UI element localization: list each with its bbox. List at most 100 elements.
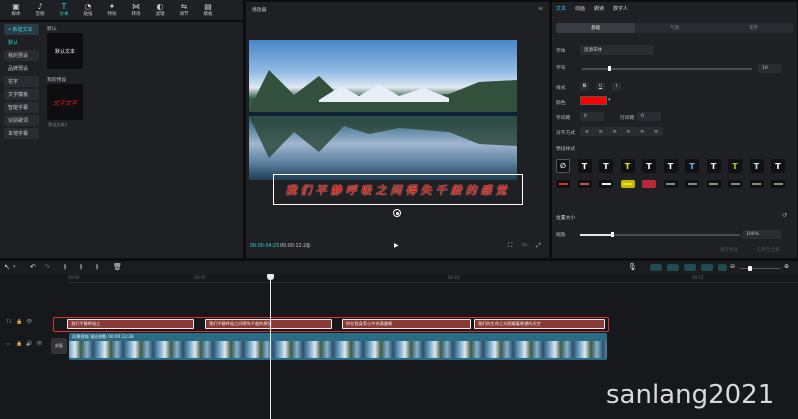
save-preset-button[interactable]: 保存预设 xyxy=(720,247,738,253)
align-vertical2-icon[interactable]: ≡ xyxy=(654,129,658,135)
split-right-icon[interactable]: ⫲ xyxy=(96,263,98,272)
italic-button[interactable]: I xyxy=(612,82,621,91)
bold-button[interactable]: B xyxy=(580,82,589,91)
play-icon[interactable]: ▶ xyxy=(394,242,399,249)
undo-icon[interactable]: ↶ xyxy=(30,263,36,271)
text-style-preset[interactable]: T xyxy=(620,159,635,173)
size-input[interactable]: 10 xyxy=(758,64,782,73)
eye-icon[interactable]: 👁 xyxy=(26,319,32,325)
toolbar-item-3[interactable]: ◔ 贴纸 xyxy=(76,0,100,20)
eye-icon[interactable]: 👁 xyxy=(36,341,42,347)
text-subtab[interactable]: 基础 xyxy=(556,23,635,33)
toolbar-item-4[interactable]: ✦ 特效 xyxy=(100,0,124,20)
nav-item[interactable]: 我的预设 xyxy=(4,50,39,61)
font-select[interactable]: 思源宋体 xyxy=(580,45,654,55)
char-spacing-input[interactable]: 0 xyxy=(580,112,604,121)
chevron-down-icon[interactable]: ▾ xyxy=(13,264,16,270)
align-vertical-icon[interactable]: ≡ xyxy=(640,129,644,135)
nav-item[interactable]: 品牌预设 xyxy=(4,63,39,74)
main-track-magnet-icon[interactable] xyxy=(650,264,662,271)
split-left-icon[interactable]: ⫲ xyxy=(80,263,82,272)
toolbar-item-0[interactable]: ▣ 媒体 xyxy=(4,0,28,20)
chevron-down-icon[interactable]: ▾ xyxy=(608,97,611,103)
video-clip[interactable]: 风景视频 湖泊倒影 00:00:12:28 xyxy=(69,333,607,360)
lock-icon[interactable]: 🔒 xyxy=(16,341,22,347)
underline-button[interactable]: U xyxy=(596,82,605,91)
property-tab[interactable]: 朗读 xyxy=(594,5,604,12)
text-style-preset[interactable]: T xyxy=(642,159,656,173)
text-style-preset[interactable] xyxy=(620,180,635,188)
nav-item[interactable]: 智能字幕 xyxy=(4,102,39,113)
auto-snap-icon[interactable] xyxy=(667,264,679,271)
aspect-ratio-icon[interactable]: ▭ xyxy=(522,242,527,248)
nav-item[interactable]: • 新建文本 xyxy=(4,24,39,35)
playhead-handle[interactable] xyxy=(267,274,274,280)
text-style-preset[interactable] xyxy=(556,180,570,188)
text-clip[interactable]: 我们的生命之光照耀着希望的天空 xyxy=(474,319,605,329)
property-tab[interactable]: 数字人 xyxy=(613,5,628,12)
zoom-in-icon[interactable]: ⊕ xyxy=(784,263,789,270)
apply-all-button[interactable]: 应用至全部 xyxy=(757,247,780,253)
nav-item[interactable]: 花字 xyxy=(4,76,39,87)
text-style-preset[interactable] xyxy=(642,180,656,188)
scale-input[interactable]: 100% xyxy=(742,230,782,239)
linkage-icon[interactable] xyxy=(684,264,696,271)
text-style-preset[interactable] xyxy=(577,180,592,188)
text-style-preset[interactable] xyxy=(599,180,613,188)
text-style-preset[interactable]: T xyxy=(771,159,785,173)
toolbar-item-7[interactable]: ⇋ 调节 xyxy=(172,0,196,20)
toolbar-item-1[interactable]: ♪ 音频 xyxy=(28,0,52,20)
default-text-card[interactable]: 默认文本 xyxy=(47,33,83,69)
toolbar-item-6[interactable]: ◐ 滤镜 xyxy=(148,0,172,20)
text-style-preset[interactable] xyxy=(706,180,721,188)
nav-item[interactable]: 本地字幕 xyxy=(4,128,39,139)
menu-icon[interactable]: ≡ xyxy=(538,5,543,12)
video-preview[interactable] xyxy=(249,40,517,180)
nav-item[interactable]: 文字模板 xyxy=(4,89,39,100)
text-style-preset[interactable] xyxy=(663,180,678,188)
text-style-preset[interactable] xyxy=(771,180,785,188)
toolbar-item-8[interactable]: ▤ 模板 xyxy=(196,0,220,20)
delete-icon[interactable]: 🗑 xyxy=(113,263,122,271)
text-style-preset[interactable]: T xyxy=(749,159,764,173)
property-tab[interactable]: 动画 xyxy=(575,5,585,12)
select-cursor-icon[interactable]: ↖ xyxy=(4,263,10,271)
text-style-preset[interactable]: T xyxy=(663,159,678,173)
preview-axis-icon[interactable] xyxy=(701,264,713,271)
text-clip[interactable]: 你在我身旁心中充满激情 xyxy=(342,319,471,329)
line-spacing-input[interactable]: 0 xyxy=(637,112,661,121)
fullscreen-icon[interactable]: ⤢ xyxy=(536,242,541,250)
size-slider[interactable] xyxy=(582,66,752,71)
text-style-preset[interactable]: T xyxy=(599,159,613,173)
align-justify-icon[interactable]: ≡ xyxy=(626,129,630,135)
cover-button[interactable]: 封面 xyxy=(51,338,67,354)
caption-box[interactable]: 我们平静呼吸之间得失千般的感觉 xyxy=(273,174,523,205)
screenshot-icon[interactable]: ⛶ xyxy=(508,242,512,250)
timecode-icon[interactable]: ▦ xyxy=(306,243,311,249)
toolbar-item-5[interactable]: ⋈ 转场 xyxy=(124,0,148,20)
text-style-preset[interactable] xyxy=(749,180,764,188)
reset-icon[interactable]: ↺ xyxy=(782,212,787,219)
mypreset-card[interactable]: 文字文字 xyxy=(47,84,83,120)
text-clip[interactable]: 我们平静呼吸之 xyxy=(67,319,194,329)
text-style-preset[interactable]: T xyxy=(577,159,592,173)
text-style-preset[interactable]: T xyxy=(728,159,742,173)
toolbar-item-2[interactable]: T 文本 xyxy=(52,0,76,20)
align-right-icon[interactable]: ≡ xyxy=(612,129,616,135)
color-swatch[interactable] xyxy=(580,96,607,105)
lock-icon[interactable]: 🔒 xyxy=(16,319,22,325)
redo-icon[interactable]: ↷ xyxy=(44,263,50,271)
text-subtab[interactable]: 花字 xyxy=(714,23,793,33)
no-style-preset[interactable]: ∅ xyxy=(556,159,570,173)
text-subtab[interactable]: 气泡 xyxy=(635,23,714,33)
text-style-preset[interactable]: T xyxy=(685,159,699,173)
zoom-slider[interactable] xyxy=(740,266,780,271)
scale-slider[interactable] xyxy=(580,232,740,237)
nav-item[interactable]: 默认 xyxy=(4,37,39,48)
time-ruler[interactable]: 00:00 00:05 00:10 00:15 xyxy=(68,275,798,283)
text-style-preset[interactable] xyxy=(728,180,742,188)
zoom-out-icon[interactable]: ⊖ xyxy=(730,263,735,270)
zoom-fit-icon[interactable] xyxy=(718,264,727,271)
align-buttons[interactable]: ≡ ≡ ≡ ≡ ≡ ≡ xyxy=(580,127,663,136)
microphone-icon[interactable]: 🎙 xyxy=(628,263,637,271)
